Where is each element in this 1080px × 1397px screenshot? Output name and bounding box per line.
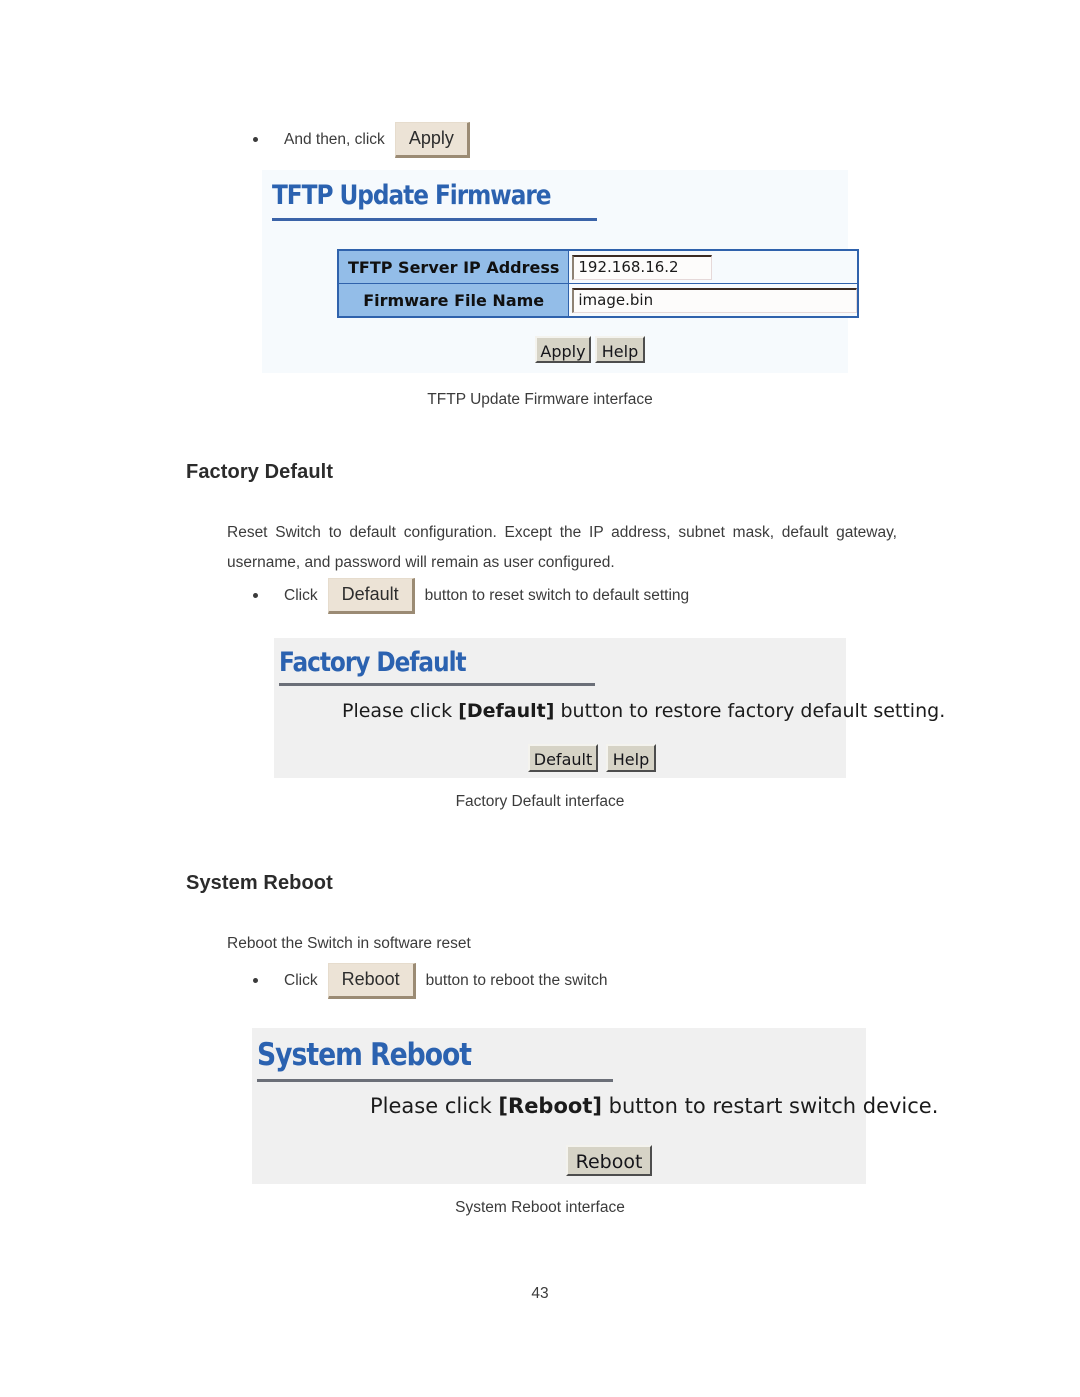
system-reboot-message-bold: [Reboot] xyxy=(498,1094,602,1118)
bullet-dot-icon xyxy=(253,137,258,143)
tftp-server-ip-input[interactable]: 192.168.16.2 xyxy=(572,254,713,280)
factory-default-heading: Factory Default xyxy=(186,461,334,483)
factory-default-message-suffix: button to restore factory default settin… xyxy=(554,700,946,722)
factory-default-figure-caption: Factory Default interface xyxy=(455,793,625,810)
page-number: 43 xyxy=(531,1285,549,1302)
firmware-file-name-cell: image.bin xyxy=(568,283,859,318)
system-reboot-bullet-suffix: button to reboot the switch xyxy=(425,971,608,989)
factory-default-message-bold: [Default] xyxy=(458,700,555,722)
bullet-dot-icon xyxy=(253,978,258,984)
bullet-dot-icon xyxy=(253,593,258,599)
factory-default-title-rule xyxy=(279,683,595,686)
tftp-server-ip-cell: 192.168.16.2 xyxy=(568,249,859,284)
system-reboot-paragraph: Reboot the Switch in software reset xyxy=(227,935,471,952)
factory-default-paragraph: Reset Switch to default configuration. E… xyxy=(227,524,897,571)
system-reboot-figure-caption: System Reboot interface xyxy=(455,1199,625,1216)
factory-default-help-button[interactable]: Help xyxy=(606,744,656,772)
system-reboot-message: Please click [Reboot] button to restart … xyxy=(370,1094,938,1118)
tftp-update-firmware-screenshot: TFTP Update Firmware TFTP Server IP Addr… xyxy=(262,170,860,373)
tftp-title-rule xyxy=(272,218,597,221)
tftp-screenshot-title: TFTP Update Firmware xyxy=(272,180,552,211)
tftp-form-table: TFTP Server IP Address 192.168.16.2 Firm… xyxy=(337,249,860,318)
system-reboot-message-suffix: button to restart switch device. xyxy=(601,1094,939,1118)
factory-default-bullet: Click Default button to reset switch to … xyxy=(253,578,689,614)
inline-apply-button[interactable]: Apply xyxy=(394,122,470,158)
inline-reboot-button[interactable]: Reboot xyxy=(327,963,416,999)
inline-default-button[interactable]: Default xyxy=(327,578,415,614)
system-reboot-bullet: Click Reboot button to reboot the switch xyxy=(253,963,607,999)
tftp-apply-bullet: And then, click Apply xyxy=(253,122,480,158)
factory-default-button[interactable]: Default xyxy=(528,744,598,772)
factory-default-bullet-prefix: Click xyxy=(284,586,318,604)
factory-default-message-prefix: Please click xyxy=(342,700,459,722)
tftp-help-button[interactable]: Help xyxy=(595,336,645,363)
factory-default-message: Please click [Default] button to restore… xyxy=(342,700,945,722)
firmware-file-name-input[interactable]: image.bin xyxy=(572,287,858,313)
firmware-file-name-label: Firmware File Name xyxy=(337,283,570,318)
system-reboot-screenshot-title: System Reboot xyxy=(257,1037,472,1073)
tftp-figure-caption: TFTP Update Firmware interface xyxy=(427,391,653,408)
tftp-bullet-prefix: And then, click xyxy=(284,130,385,148)
factory-default-screenshot: Factory Default Please click [Default] b… xyxy=(274,638,945,778)
system-reboot-screenshot: System Reboot Please click [Reboot] butt… xyxy=(252,1028,938,1184)
factory-default-bullet-suffix: button to reset switch to default settin… xyxy=(424,586,690,604)
system-reboot-button[interactable]: Reboot xyxy=(566,1145,652,1176)
factory-default-screenshot-title: Factory Default xyxy=(279,647,467,678)
table-row: TFTP Server IP Address 192.168.16.2 xyxy=(337,249,859,284)
tftp-apply-button[interactable]: Apply xyxy=(535,336,591,363)
system-reboot-title-rule xyxy=(257,1079,613,1082)
system-reboot-bullet-prefix: Click xyxy=(284,971,318,989)
system-reboot-message-prefix: Please click xyxy=(370,1094,499,1118)
system-reboot-heading: System Reboot xyxy=(186,872,333,894)
tftp-server-ip-label: TFTP Server IP Address xyxy=(337,249,570,284)
document-page: And then, click Apply TFTP Update Firmwa… xyxy=(0,0,1080,1397)
table-row: Firmware File Name image.bin xyxy=(337,283,859,318)
